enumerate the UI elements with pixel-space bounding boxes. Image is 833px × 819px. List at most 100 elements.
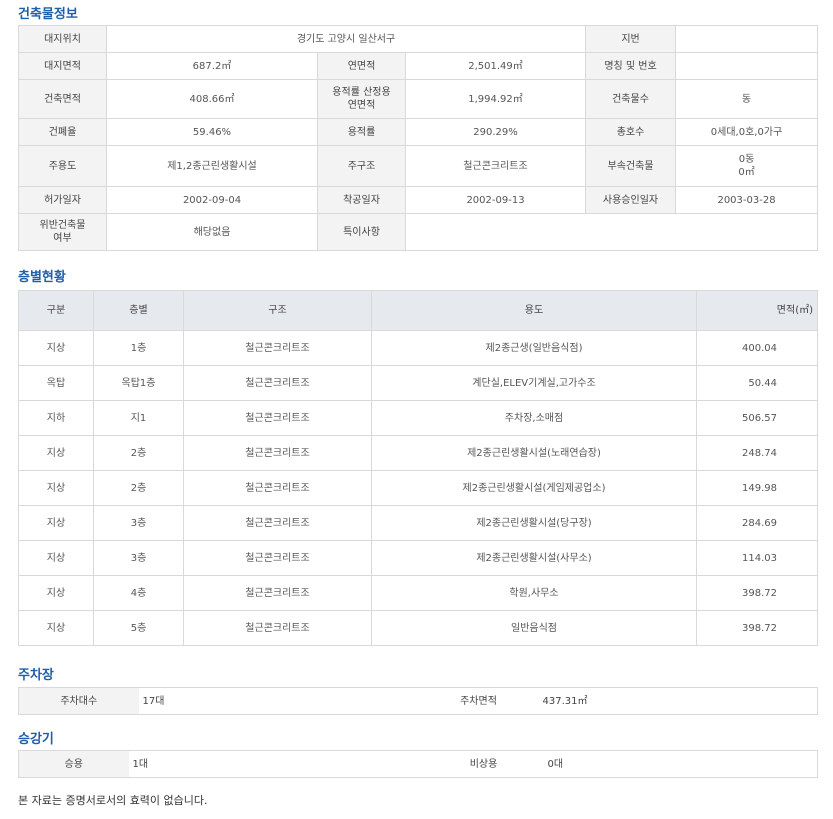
floor-cell: 철근콘크리트조 xyxy=(183,400,372,436)
floor-cell: 주차장,소매점 xyxy=(371,400,697,436)
building-info-label: 대지면적 xyxy=(18,52,107,80)
building-info-value: 290.29% xyxy=(404,118,587,146)
table-row: 지상 3층 철근콘크리트조 제2종근린생활시설(당구장) 284.69 xyxy=(18,505,818,541)
floor-cell: 지상 xyxy=(18,505,94,541)
building-info-label: 건축물수 xyxy=(585,79,677,119)
floor-cell: 2층 xyxy=(93,435,184,471)
building-info-value xyxy=(675,52,819,80)
elevator-table: 승용 1대 비상용 0대 xyxy=(18,750,818,778)
floor-cell: 지하 xyxy=(18,400,94,436)
floor-cell: 400.04 xyxy=(696,330,818,366)
building-info-label: 총호수 xyxy=(585,118,677,146)
floor-header-cell: 용도 xyxy=(371,290,697,331)
floor-cell: 2층 xyxy=(93,470,184,506)
table-row: 지상 3층 철근콘크리트조 제2종근린생활시설(사무소) 114.03 xyxy=(18,540,818,576)
floor-cell: 398.72 xyxy=(696,610,818,646)
building-info-title: 건축물정보 xyxy=(18,7,78,22)
floor-cell: 398.72 xyxy=(696,575,818,611)
table-row: 옥탑 옥탑1층 철근콘크리트조 계단실,ELEV기계실,고가수조 50.44 xyxy=(18,365,818,401)
floor-cell: 1층 xyxy=(93,330,184,366)
building-info-row: 건축면적 408.66㎡ 용적률 산정용 연면적 1,994.92㎡ 건축물수 동 xyxy=(18,79,819,119)
floor-cell: 철근콘크리트조 xyxy=(183,610,372,646)
building-info-value: 철근콘크리트조 xyxy=(404,145,587,187)
elevator-emergency-label: 비상용 xyxy=(423,750,544,778)
building-info-value: 408.66㎡ xyxy=(106,79,318,119)
building-info-value xyxy=(675,25,819,53)
table-row: 지상 4층 철근콘크리트조 학원,사무소 398.72 xyxy=(18,575,818,611)
floor-cell: 지상 xyxy=(18,330,94,366)
floor-cell: 5층 xyxy=(93,610,184,646)
floor-cell: 철근콘크리트조 xyxy=(183,575,372,611)
building-info-value: 경기도 고양시 일산서구 xyxy=(105,25,587,53)
building-info-value: 제1,2종근린생활시설 xyxy=(106,145,318,187)
elevator-emergency-value: 0대 xyxy=(543,750,818,778)
building-info-label: 주구조 xyxy=(317,145,406,187)
floor-cell: 506.57 xyxy=(696,400,818,436)
building-info-label: 착공일자 xyxy=(317,186,406,214)
building-info-value: 0동 0㎡ xyxy=(675,145,819,187)
building-info-label: 허가일자 xyxy=(18,186,107,214)
building-info-table: 대지위치 경기도 고양시 일산서구 지번 대지면적 687.2㎡ 연면적 2,501.49㎡… xyxy=(18,25,819,251)
elevator-passenger-value: 1대 xyxy=(128,750,424,778)
building-info-value: 1,994.92㎡ xyxy=(404,79,587,119)
building-info-label: 건폐율 xyxy=(18,118,107,146)
elevator-passenger-label: 승용 xyxy=(18,750,129,778)
building-info-row: 주용도 제1,2종근린생활시설 주구조 철근콘크리트조 부속건축물 0동 0㎡ xyxy=(18,145,819,187)
floor-cell: 제2종근린생활시설(사무소) xyxy=(371,540,697,576)
elevator-title: 승강기 xyxy=(18,732,54,747)
floor-cell: 제2종근린생활시설(노래연습장) xyxy=(371,435,697,471)
floor-header-cell: 층별 xyxy=(93,290,184,331)
floor-table-header: 구분 층별 구조 용도 면적(㎡) xyxy=(18,290,818,331)
building-info-label: 지번 xyxy=(585,25,677,53)
floor-cell: 학원,사무소 xyxy=(371,575,697,611)
table-row: 지상 2층 철근콘크리트조 제2종근린생활시설(게임제공업소) 149.98 xyxy=(18,470,818,506)
building-info-value: 0세대,0호,0가구 xyxy=(675,118,819,146)
building-info-value: 2002-09-04 xyxy=(106,186,318,214)
floor-cell: 지상 xyxy=(18,435,94,471)
building-info-row: 대지면적 687.2㎡ 연면적 2,501.49㎡ 명칭 및 번호 xyxy=(18,52,819,80)
floor-status-table: 구분 층별 구조 용도 면적(㎡) 지상 1층 철근콘크리트조 제2종근생(일반음식점) 400… xyxy=(18,290,818,646)
floor-cell: 114.03 xyxy=(696,540,818,576)
building-info-label: 명칭 및 번호 xyxy=(585,52,677,80)
building-info-label: 특이사항 xyxy=(317,213,406,251)
floor-cell: 284.69 xyxy=(696,505,818,541)
floor-cell: 50.44 xyxy=(696,365,818,401)
building-info-row: 대지위치 경기도 고양시 일산서구 지번 xyxy=(18,25,819,53)
floor-cell: 제2종근린생활시설(당구장) xyxy=(371,505,697,541)
floor-header-cell: 면적(㎡) xyxy=(696,290,818,331)
floor-cell: 철근콘크리트조 xyxy=(183,470,372,506)
floor-cell: 149.98 xyxy=(696,470,818,506)
building-info-value: 59.46% xyxy=(106,118,318,146)
floor-cell: 3층 xyxy=(93,540,184,576)
floor-cell: 철근콘크리트조 xyxy=(183,330,372,366)
building-info-row: 허가일자 2002-09-04 착공일자 2002-09-13 사용승인일자 2003-0… xyxy=(18,186,819,214)
table-row: 지하 지1 철근콘크리트조 주차장,소매점 506.57 xyxy=(18,400,818,436)
floor-cell: 옥탑1층 xyxy=(93,365,184,401)
floor-cell: 철근콘크리트조 xyxy=(183,435,372,471)
floor-cell: 일반음식점 xyxy=(371,610,697,646)
floor-cell: 3층 xyxy=(93,505,184,541)
parking-area-label: 주차면적 xyxy=(418,687,539,715)
building-info-label: 용적률 xyxy=(317,118,406,146)
building-info-value xyxy=(404,213,819,251)
floor-cell: 제2종근생(일반음식점) xyxy=(371,330,697,366)
building-info-value: 2,501.49㎡ xyxy=(404,52,587,80)
floor-cell: 제2종근린생활시설(게임제공업소) xyxy=(371,470,697,506)
building-info-label: 용적률 산정용 연면적 xyxy=(317,79,406,119)
parking-title: 주차장 xyxy=(18,668,54,683)
parking-count-label: 주차대수 xyxy=(18,687,139,715)
floor-cell: 지상 xyxy=(18,575,94,611)
floor-cell: 지상 xyxy=(18,610,94,646)
disclaimer-note: 본 자료는 증명서로서의 효력이 없습니다. xyxy=(18,794,208,807)
floor-cell: 옥탑 xyxy=(18,365,94,401)
building-info-row: 건폐율 59.46% 용적률 290.29% 총호수 0세대,0호,0가구 xyxy=(18,118,819,146)
building-info-value: 687.2㎡ xyxy=(106,52,318,80)
parking-area-value: 437.31㎡ xyxy=(538,687,818,715)
building-info-row: 위반건축물 여부 해당없음 특이사항 xyxy=(18,213,819,251)
table-row: 지상 5층 철근콘크리트조 일반음식점 398.72 xyxy=(18,610,818,646)
floor-header-cell: 구분 xyxy=(18,290,94,331)
floor-cell: 철근콘크리트조 xyxy=(183,505,372,541)
floor-cell: 지상 xyxy=(18,540,94,576)
floor-cell: 철근콘크리트조 xyxy=(183,365,372,401)
building-info-label: 대지위치 xyxy=(18,25,107,53)
